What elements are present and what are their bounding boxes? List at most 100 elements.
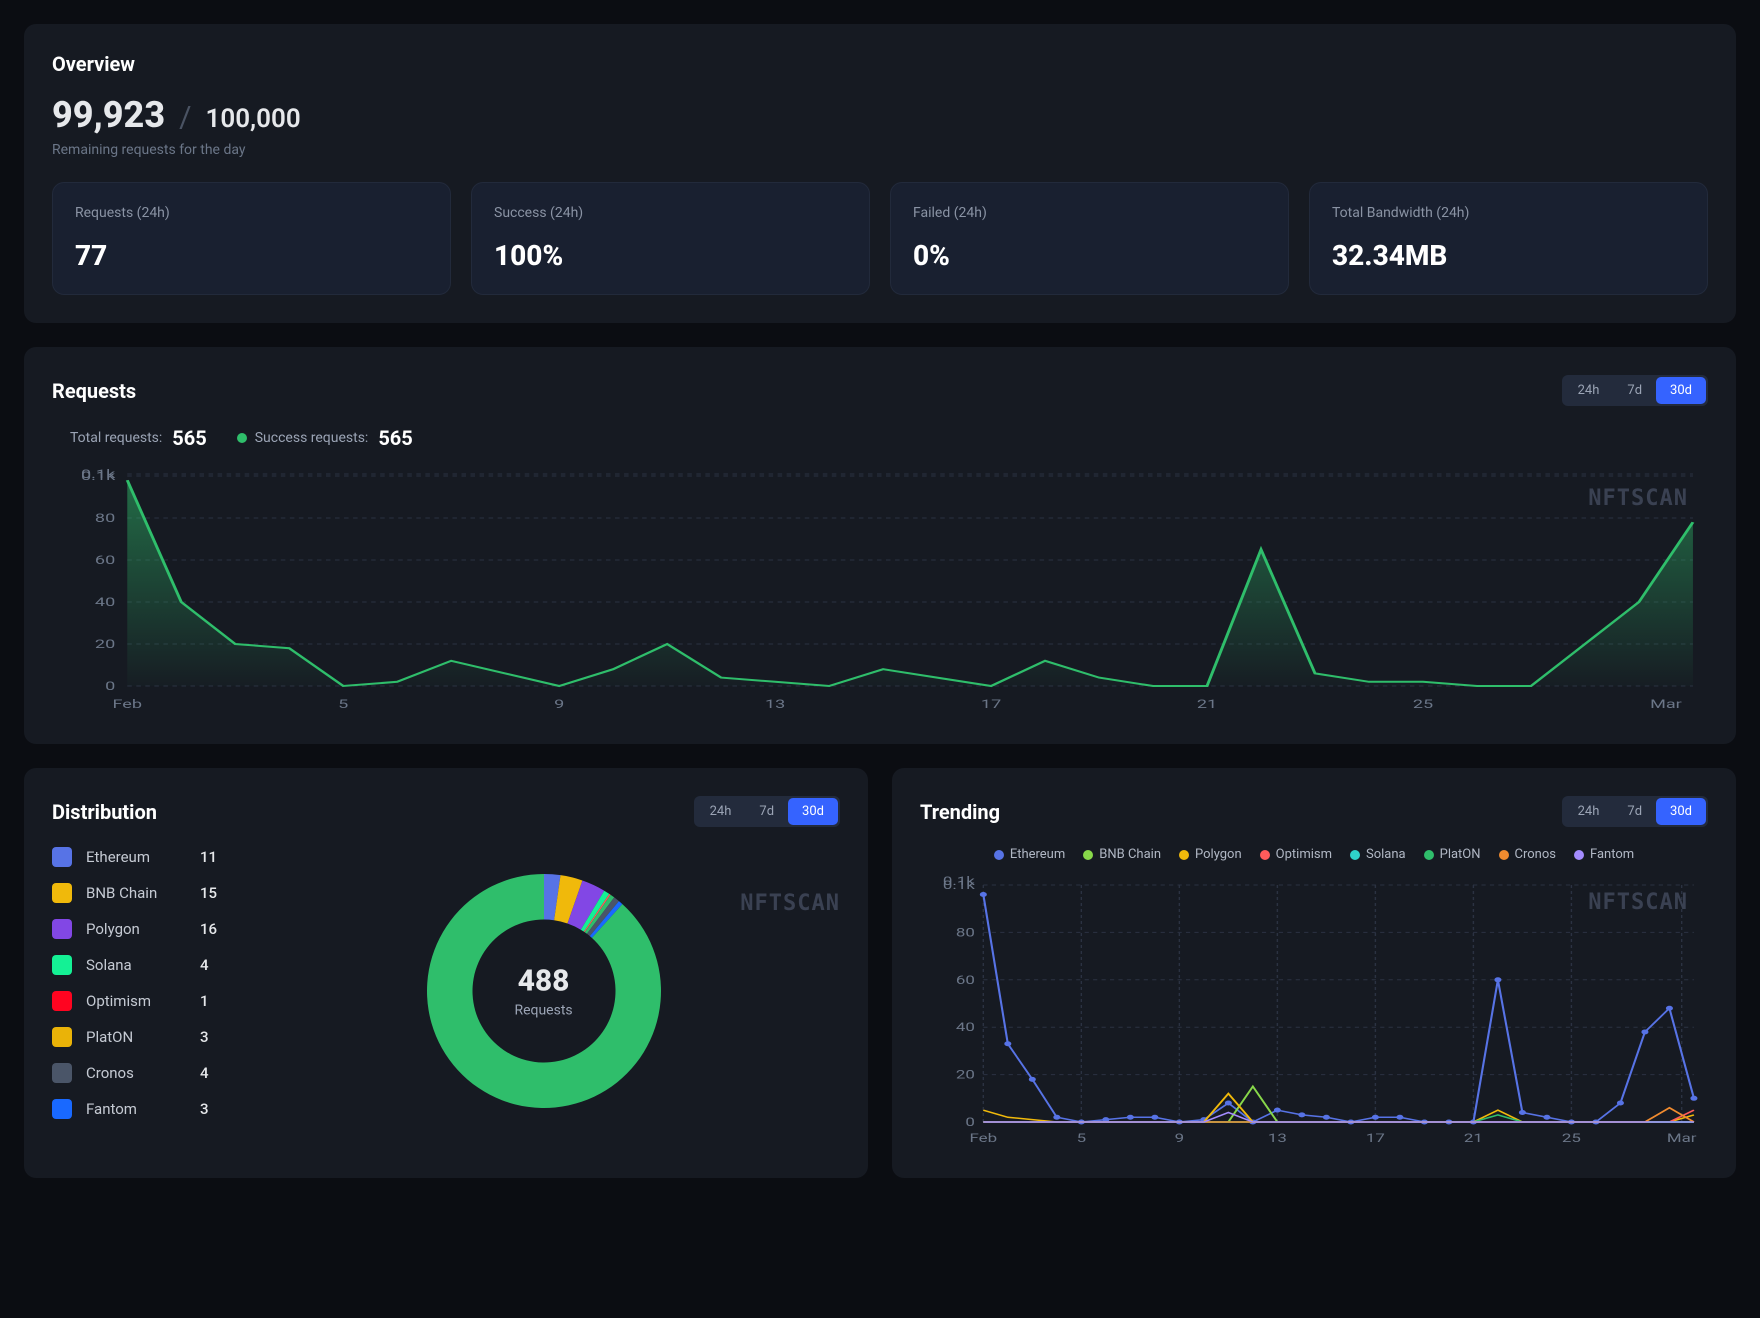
chain-icon (52, 1027, 72, 1047)
chain-icon (52, 1063, 72, 1083)
stat-failed: Failed (24h) 0% (890, 182, 1289, 295)
trend-legend-item[interactable]: Cronos (1499, 847, 1556, 862)
tab-7d[interactable]: 7d (1613, 377, 1656, 404)
watermark: NFTSCAN (740, 891, 840, 916)
tab-24h[interactable]: 24h (696, 798, 746, 825)
chain-name: Fantom (86, 1100, 186, 1118)
requests-panel: Requests 24h 7d 30d Total requests: 565 … (24, 347, 1736, 744)
legend-total-value: 565 (172, 426, 206, 450)
svg-text:Feb: Feb (113, 697, 143, 711)
trending-panel: Trending 24h 7d 30d Ethereum BNB Chain Pol… (892, 768, 1736, 1178)
trending-legend: Ethereum BNB Chain Polygon Optimism Solana Pl… (920, 847, 1708, 862)
stat-failed-value: 0% (913, 239, 1266, 272)
distribution-list: Ethereum 11 BNB Chain 15 Polygon 16 Sola… (52, 847, 217, 1135)
tab-7d[interactable]: 7d (745, 798, 788, 825)
chain-name: Cronos (86, 1064, 186, 1082)
dot-icon (1350, 850, 1360, 860)
dot-icon (1574, 850, 1584, 860)
chain-icon (52, 1099, 72, 1119)
stat-bandwidth-label: Total Bandwidth (24h) (1332, 205, 1685, 221)
trend-legend-item[interactable]: BNB Chain (1083, 847, 1161, 862)
dot-icon (1083, 850, 1093, 860)
stat-requests-value: 77 (75, 239, 428, 272)
chain-name: PlatON (86, 1028, 186, 1046)
distribution-row: BNB Chain 15 (52, 883, 217, 903)
dot-icon (1179, 850, 1189, 860)
tab-30d[interactable]: 30d (788, 798, 838, 825)
legend-success-label: Success requests: (255, 430, 369, 446)
svg-text:40: 40 (95, 595, 115, 609)
tab-30d[interactable]: 30d (1656, 377, 1706, 404)
stat-success-label: Success (24h) (494, 205, 847, 221)
chain-value: 3 (200, 1100, 209, 1118)
svg-text:25: 25 (1562, 1131, 1581, 1146)
dot-icon (1499, 850, 1509, 860)
svg-text:20: 20 (95, 637, 115, 651)
distribution-row: Cronos 4 (52, 1063, 217, 1083)
trending-time-tabs: 24h 7d 30d (1562, 796, 1708, 827)
svg-text:21: 21 (1464, 1131, 1483, 1146)
chain-icon (52, 883, 72, 903)
trend-legend-label: Optimism (1276, 847, 1332, 862)
dot-icon (1424, 850, 1434, 860)
chain-value: 1 (200, 992, 209, 1010)
chain-icon (52, 991, 72, 1011)
chain-value: 3 (200, 1028, 209, 1046)
watermark: NFTSCAN (1588, 486, 1688, 511)
svg-text:17: 17 (1366, 1131, 1385, 1146)
trend-legend-item[interactable]: Solana (1350, 847, 1406, 862)
tab-7d[interactable]: 7d (1613, 798, 1656, 825)
svg-text:80: 80 (95, 511, 115, 525)
tab-30d[interactable]: 30d (1656, 798, 1706, 825)
chain-icon (52, 955, 72, 975)
distribution-row: PlatON 3 (52, 1027, 217, 1047)
stat-requests-label: Requests (24h) (75, 205, 428, 221)
chain-value: 4 (200, 956, 209, 974)
chain-name: BNB Chain (86, 884, 186, 902)
requests-time-tabs: 24h 7d 30d (1562, 375, 1708, 406)
stat-failed-label: Failed (24h) (913, 205, 1266, 221)
trend-legend-item[interactable]: Optimism (1260, 847, 1332, 862)
svg-text:Mar: Mar (1667, 1131, 1697, 1146)
stat-success: Success (24h) 100% (471, 182, 870, 295)
svg-text:60: 60 (95, 553, 115, 567)
chain-name: Optimism (86, 992, 186, 1010)
dot-icon (52, 433, 62, 443)
watermark: NFTSCAN (1588, 890, 1688, 915)
trend-legend-item[interactable]: Fantom (1574, 847, 1634, 862)
distribution-row: Ethereum 11 (52, 847, 217, 867)
trending-title: Trending (920, 800, 1000, 824)
legend-success-value: 565 (378, 426, 412, 450)
svg-text:5: 5 (338, 697, 349, 711)
chain-icon (52, 919, 72, 939)
svg-text:21: 21 (1197, 697, 1217, 711)
svg-text:20: 20 (956, 1067, 975, 1082)
stat-bandwidth: Total Bandwidth (24h) 32.34MB (1309, 182, 1708, 295)
distribution-row: Solana 4 (52, 955, 217, 975)
svg-text:9: 9 (554, 697, 564, 711)
stat-bandwidth-value: 32.34MB (1332, 239, 1685, 272)
svg-text:40: 40 (956, 1020, 975, 1035)
tab-24h[interactable]: 24h (1564, 798, 1614, 825)
trend-legend-item[interactable]: Ethereum (994, 847, 1065, 862)
trend-legend-label: Polygon (1195, 847, 1242, 862)
svg-text:0.1k: 0.1k (943, 874, 976, 889)
trend-legend-label: Solana (1366, 847, 1406, 862)
distribution-title: Distribution (52, 800, 157, 824)
tab-24h[interactable]: 24h (1564, 377, 1614, 404)
requests-chart: NFTSCAN 0204060800.1k0.1kFeb5913172125Ma… (52, 466, 1708, 716)
trend-legend-item[interactable]: PlatON (1424, 847, 1481, 862)
donut-total-label: Requests (514, 1003, 572, 1019)
stat-requests: Requests (24h) 77 (52, 182, 451, 295)
trend-legend-label: Ethereum (1010, 847, 1065, 862)
svg-text:13: 13 (1268, 1131, 1287, 1146)
requests-title: Requests (52, 379, 136, 403)
trend-legend-item[interactable]: Polygon (1179, 847, 1242, 862)
svg-text:80: 80 (956, 925, 975, 940)
quota-value: 100,000 (205, 104, 300, 134)
chain-name: Polygon (86, 920, 186, 938)
overview-panel: Overview 99,923 / 100,000 Remaining requ… (24, 24, 1736, 323)
distribution-panel: Distribution 24h 7d 30d Ethereum 11 BNB … (24, 768, 868, 1178)
svg-text:25: 25 (1413, 697, 1434, 711)
quota-separator: / (179, 100, 191, 135)
